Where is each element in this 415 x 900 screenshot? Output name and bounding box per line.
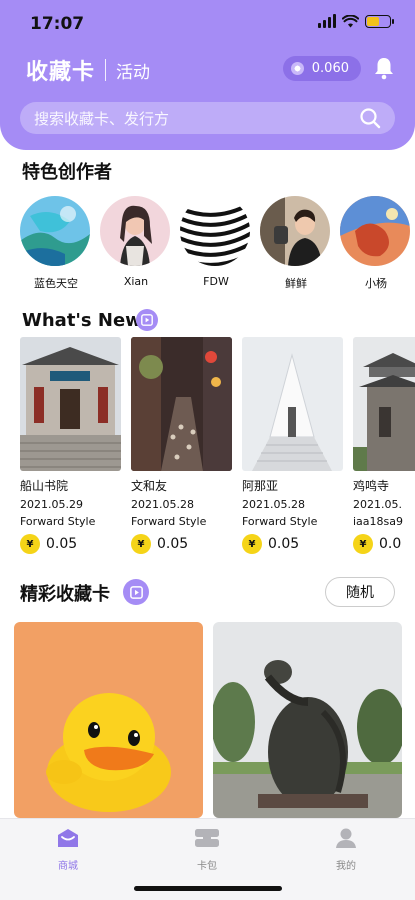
title-divider — [105, 59, 107, 81]
yen-coin-icon: ¥ — [131, 534, 151, 554]
wifi-icon — [342, 14, 359, 27]
balance-pill[interactable]: 0.060 — [282, 56, 361, 81]
nav-label: 商城 — [58, 861, 78, 872]
coin-icon — [290, 62, 304, 75]
title-row: 收藏卡 活动 — [26, 54, 150, 86]
creator-name: FDW — [203, 275, 229, 288]
search-bar[interactable]: 搜索收藏卡、发行方 — [20, 102, 395, 134]
creator-item[interactable]: 蓝色天空 — [20, 196, 92, 291]
card-style: iaa18sa9 — [353, 515, 404, 528]
card-title: 鸡鸣寺 — [353, 479, 390, 493]
home-indicator — [134, 886, 282, 891]
price-value: 0.05 — [46, 536, 78, 552]
card-image-chapel[interactable] — [242, 337, 343, 471]
section-title-whats-new: What's New — [22, 310, 142, 331]
creator-item[interactable]: Xian — [100, 196, 172, 288]
whats-new-card[interactable]: 文和友 2021.05.28 Forward Style ¥ 0.05 — [131, 337, 232, 554]
card-date: 2021.05.28 — [131, 498, 194, 511]
creator-avatar[interactable] — [100, 196, 170, 266]
search-input[interactable]: 搜索收藏卡、发行方 — [34, 108, 359, 129]
card-price: ¥ 0.0 — [353, 534, 415, 554]
random-button[interactable]: 随机 — [325, 577, 395, 607]
price-value: 0.05 — [268, 536, 300, 552]
price-value: 0.0 — [379, 536, 402, 552]
yen-coin-icon: ¥ — [353, 534, 373, 554]
card-date: 2021.05.28 — [242, 498, 305, 511]
card-style: Forward Style — [20, 515, 96, 528]
shop-icon — [58, 829, 78, 847]
bell-icon[interactable] — [373, 56, 395, 80]
creator-item[interactable]: 小杨 — [340, 196, 412, 291]
app-title[interactable]: 收藏卡 — [26, 54, 95, 86]
creator-avatar[interactable] — [20, 196, 90, 266]
nav-item-wallet[interactable]: 卡包 — [177, 827, 237, 872]
nav-item-mall[interactable]: 商城 — [38, 827, 98, 872]
play-video-icon[interactable] — [123, 579, 149, 605]
battery-icon — [365, 14, 394, 28]
card-wallet-icon — [195, 829, 219, 847]
section-title-featured-cards: 精彩收藏卡 — [20, 584, 110, 605]
creator-name: 小杨 — [365, 277, 387, 290]
status-bar: 17:07 — [0, 0, 415, 46]
header: 17:07 收藏卡 活动 0.060 搜索收藏卡、发行方 — [0, 0, 415, 150]
nav-item-me[interactable]: 我的 — [316, 827, 376, 872]
card-image-street[interactable] — [131, 337, 232, 471]
section-title-creators: 特色创作者 — [22, 162, 112, 183]
yen-coin-icon: ¥ — [20, 534, 40, 554]
user-icon — [336, 828, 356, 848]
card-title: 文和友 — [131, 479, 168, 493]
status-icons — [318, 14, 394, 28]
card-title: 阿那亚 — [242, 479, 279, 493]
creator-item[interactable]: FDW — [180, 196, 252, 288]
creator-name: 鲜鲜 — [285, 277, 307, 290]
whats-new-card[interactable]: 鸡鸣寺 2021.05. iaa18sa9 ¥ 0.0 — [353, 337, 415, 554]
card-price: ¥ 0.05 — [131, 534, 232, 554]
card-image-rubber-duck — [14, 622, 203, 818]
yen-coin-icon: ¥ — [242, 534, 262, 554]
card-price: ¥ 0.05 — [20, 534, 121, 554]
card-image-building[interactable] — [20, 337, 121, 471]
nav-label: 我的 — [336, 861, 356, 872]
price-value: 0.05 — [157, 536, 189, 552]
creators-carousel[interactable]: 蓝色天空 Xian FDW 鲜鲜 小杨 — [20, 196, 415, 296]
creator-item[interactable]: 鲜鲜 — [260, 196, 332, 291]
nav-label: 卡包 — [197, 861, 217, 872]
whats-new-card[interactable]: 阿那亚 2021.05.28 Forward Style ¥ 0.05 — [242, 337, 343, 554]
creator-avatar[interactable] — [340, 196, 410, 266]
creator-name: Xian — [123, 275, 149, 288]
balance-value: 0.060 — [311, 61, 349, 76]
creator-avatar[interactable] — [260, 196, 330, 266]
play-video-icon[interactable] — [136, 309, 158, 331]
card-date: 2021.05. — [353, 498, 402, 511]
whats-new-carousel[interactable]: 船山书院 2021.05.29 Forward Style ¥ 0.05 文和友… — [20, 337, 415, 562]
search-icon[interactable] — [359, 107, 381, 129]
featured-card[interactable] — [213, 622, 402, 818]
card-title: 船山书院 — [20, 479, 69, 493]
tab-activity[interactable]: 活动 — [116, 58, 150, 83]
card-date: 2021.05.29 — [20, 498, 83, 511]
featured-card[interactable] — [14, 622, 203, 818]
card-image-temple[interactable] — [353, 337, 415, 471]
card-image-sculpture — [213, 622, 402, 818]
card-style: Forward Style — [242, 515, 318, 528]
whats-new-card[interactable]: 船山书院 2021.05.29 Forward Style ¥ 0.05 — [20, 337, 121, 554]
status-time: 17:07 — [30, 14, 85, 34]
card-price: ¥ 0.05 — [242, 534, 343, 554]
card-style: Forward Style — [131, 515, 207, 528]
creator-avatar[interactable] — [180, 196, 250, 266]
cellular-signal-icon — [318, 14, 336, 28]
creator-name: 蓝色天空 — [34, 277, 78, 290]
